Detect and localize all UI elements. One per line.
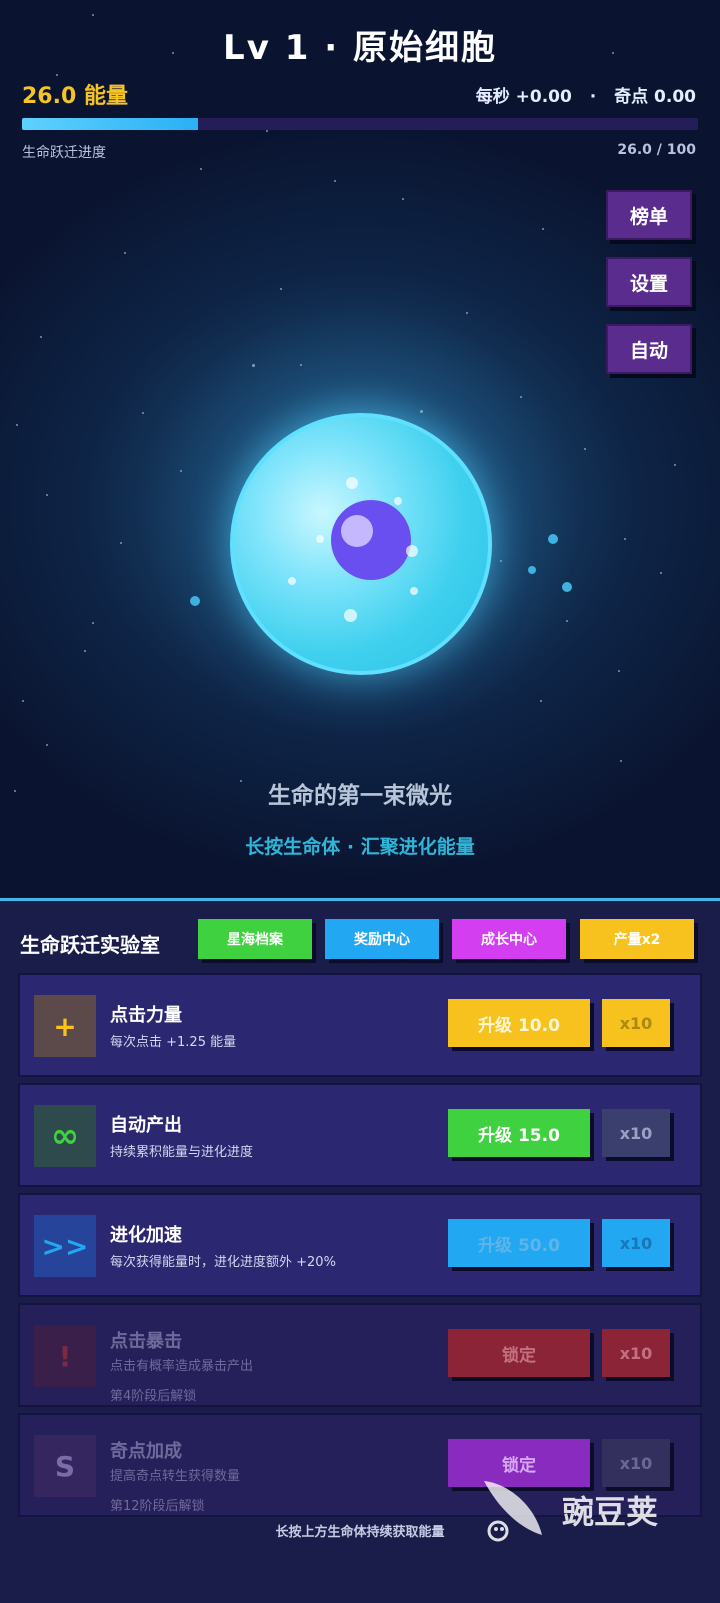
star [46, 744, 48, 746]
cell-particle [410, 587, 418, 595]
locked-button-critical-click[interactable]: 锁定 [448, 1329, 590, 1377]
star [124, 252, 126, 254]
upgrade-card-click-power: + 点击力量 每次点击 +1.25 能量 升级 10.0 x10 [18, 973, 702, 1077]
star [674, 464, 676, 466]
star [120, 542, 122, 544]
evolution-progress-label: 生命跃迁进度 [22, 145, 106, 161]
lab-panel: 生命跃迁实验室 星海档案 奖励中心 成长中心 产量x2 + 点击力量 每次点击 … [0, 898, 720, 1603]
star [660, 572, 662, 574]
exclamation-icon: ! [34, 1325, 96, 1387]
star [402, 198, 404, 200]
cell-particle [288, 577, 296, 585]
tab-reward-center[interactable]: 奖励中心 [325, 919, 439, 959]
star [40, 336, 42, 338]
tab-star-archive[interactable]: 星海档案 [198, 919, 312, 959]
star [618, 670, 620, 672]
star [266, 130, 268, 132]
upgrade-name: 奇点加成 [110, 1441, 182, 1462]
long-press-hint: 长按生命体 · 汇聚进化能量 [245, 836, 475, 858]
star [334, 180, 336, 182]
star [22, 700, 24, 702]
per-second-rate: 每秒 +0.00 [475, 87, 572, 107]
upgrade-name: 点击力量 [110, 1005, 182, 1026]
star [566, 620, 568, 622]
star [620, 760, 622, 762]
star [624, 538, 626, 540]
level-title: Lv 1 · 原始细胞 [223, 28, 497, 68]
star [466, 312, 468, 314]
star [16, 424, 18, 426]
star [56, 74, 58, 76]
star [92, 14, 94, 16]
plus-icon: + [34, 995, 96, 1057]
upgrade-desc: 每次获得能量时，进化进度额外 +20% [110, 1255, 336, 1270]
unlock-requirement: 第12阶段后解锁 [110, 1499, 205, 1514]
evolution-progress-fill [22, 118, 198, 130]
cell-particle [346, 477, 358, 489]
cell-nucleolus [341, 515, 373, 547]
upgrade-name: 自动产出 [110, 1115, 182, 1136]
upgrade-desc: 每次点击 +1.25 能量 [110, 1035, 237, 1050]
cell-particle [394, 497, 402, 505]
upgrade-card-critical-click: ! 点击暴击 点击有概率造成暴击产出 第4阶段后解锁 锁定 x10 [18, 1303, 702, 1407]
panel-title: 生命跃迁实验室 [20, 933, 160, 957]
pea-pod-logo-icon [484, 1481, 542, 1542]
stage-name: 生命的第一束微光 [268, 783, 452, 809]
x10-button-auto-output[interactable]: x10 [602, 1109, 670, 1157]
auto-button[interactable]: 自动 [606, 324, 692, 374]
star [280, 288, 282, 290]
rate-readout: 每秒 +0.00 · 奇点 0.00 [476, 82, 696, 107]
x10-button-click-power[interactable]: x10 [602, 999, 670, 1047]
infinity-icon: ∞ [34, 1105, 96, 1167]
cell-particle [316, 535, 324, 543]
star [584, 448, 586, 450]
x10-button-critical-click[interactable]: x10 [602, 1329, 670, 1377]
upgrade-desc: 提高奇点转生获得数量 [110, 1469, 241, 1484]
evolution-progress-bar [22, 118, 698, 130]
unlock-requirement: 第4阶段后解锁 [110, 1389, 197, 1404]
upgrade-desc: 点击有概率造成暴击产出 [110, 1359, 254, 1374]
rate-separator: · [589, 87, 597, 107]
tab-growth-center[interactable]: 成长中心 [452, 919, 566, 959]
star [200, 168, 202, 170]
upgrade-card-auto-output: ∞ 自动产出 持续累积能量与进化进度 升级 15.0 x10 [18, 1083, 702, 1187]
star [542, 228, 544, 230]
cell-nucleus [331, 500, 411, 580]
upgrade-desc: 持续累积能量与进化进度 [110, 1145, 254, 1160]
x10-button-evolution-boost[interactable]: x10 [602, 1219, 670, 1267]
primitive-cell[interactable] [230, 413, 492, 675]
upgrade-card-evolution-boost: >> 进化加速 每次获得能量时，进化进度额外 +20% 升级 50.0 x10 [18, 1193, 702, 1297]
leaderboard-button[interactable]: 榜单 [606, 190, 692, 240]
game-area: Lv 1 · 原始细胞 26.0 能量 每秒 +0.00 · 奇点 0.00 生… [0, 0, 720, 898]
star [92, 622, 94, 624]
settings-button[interactable]: 设置 [606, 257, 692, 307]
star [540, 700, 542, 702]
cell-particle [406, 545, 418, 557]
star [46, 494, 48, 496]
upgrade-button-click-power[interactable]: 升级 10.0 [448, 999, 590, 1047]
star [142, 412, 144, 414]
upgrade-name: 点击暴击 [110, 1331, 182, 1352]
cell-particle [344, 609, 357, 622]
tab-output-x2[interactable]: 产量x2 [580, 919, 694, 959]
singularity-count: 奇点 0.00 [614, 87, 696, 107]
upgrade-button-evolution-boost[interactable]: 升级 50.0 [448, 1219, 590, 1267]
fast-forward-icon: >> [34, 1215, 96, 1277]
upgrade-name: 进化加速 [110, 1225, 182, 1246]
energy-counter: 26.0 能量 [22, 84, 128, 109]
upgrade-button-auto-output[interactable]: 升级 15.0 [448, 1109, 590, 1157]
evolution-progress-value: 26.0 / 100 [617, 142, 696, 158]
watermark-text: 豌豆荚 [562, 1493, 659, 1531]
s-letter-icon: S [34, 1435, 96, 1497]
star [84, 650, 86, 652]
watermark: 豌豆荚 [476, 1473, 686, 1543]
